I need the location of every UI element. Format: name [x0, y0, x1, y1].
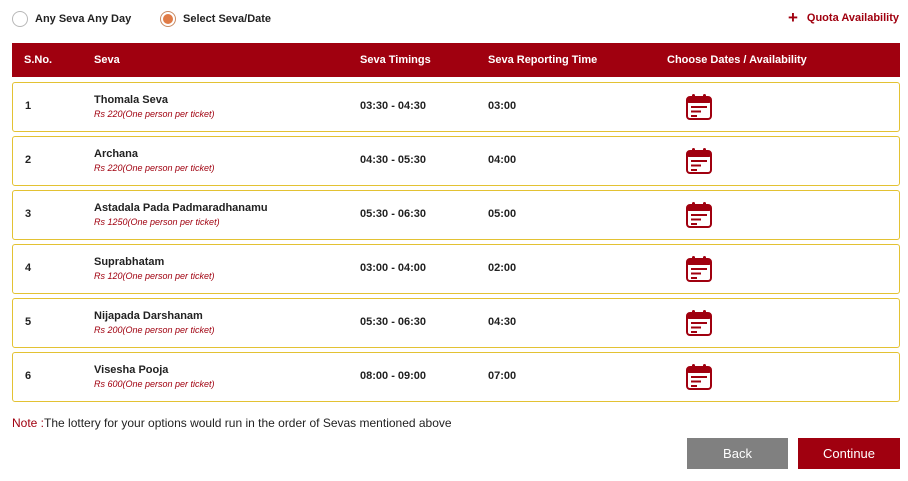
- seva-timing: 03:00 - 04:00: [360, 262, 427, 274]
- radio-circle-selected[interactable]: [160, 11, 176, 27]
- any-seva-any-day-label: Any Seva Any Day: [35, 13, 132, 25]
- row-sno: 6: [25, 370, 32, 382]
- calendar-icon[interactable]: [683, 307, 715, 339]
- note-text: The lottery for your options would run i…: [44, 416, 452, 430]
- header-sno: S.No.: [24, 54, 53, 66]
- row-sno: 2: [25, 154, 32, 166]
- seva-price: Rs 600(One person per ticket): [94, 379, 215, 389]
- seva-reporting-time: 04:30: [488, 316, 517, 328]
- radio-circle[interactable]: [12, 11, 28, 27]
- header-seva: Seva: [94, 54, 120, 66]
- quota-availability-label: Quota Availability: [806, 12, 899, 24]
- any-seva-any-day-radio[interactable]: Any Seva Any Day: [12, 9, 131, 29]
- seva-selection-bar: Any Seva Any Day Select Seva/Date + Quot…: [0, 0, 908, 36]
- seva-price: Rs 200(One person per ticket): [94, 325, 215, 335]
- seva-table-header: S.No. Seva Seva Timings Seva Reporting T…: [12, 43, 900, 77]
- seva-name: Nijapada Darshanam: [94, 310, 203, 322]
- seva-timing: 03:30 - 04:30: [360, 100, 427, 112]
- seva-reporting-time: 02:00: [488, 262, 517, 274]
- seva-price: Rs 1250(One person per ticket): [94, 217, 220, 227]
- quota-availability-link[interactable]: + Quota Availability: [787, 8, 899, 27]
- seva-row: 1 Thomala Seva Rs 220(One person per tic…: [12, 82, 900, 132]
- row-sno: 4: [25, 262, 32, 274]
- header-reporting-time: Seva Reporting Time: [488, 54, 598, 66]
- continue-button[interactable]: Continue: [798, 438, 900, 469]
- seva-timing: 05:30 - 06:30: [360, 208, 427, 220]
- select-seva-date-label: Select Seva/Date: [183, 13, 272, 25]
- calendar-icon[interactable]: [683, 253, 715, 285]
- seva-row: 3 Astadala Pada Padmaradhanamu Rs 1250(O…: [12, 190, 900, 240]
- calendar-icon[interactable]: [683, 199, 715, 231]
- seva-name: Archana: [94, 148, 139, 160]
- lottery-note: Note :The lottery for your options would…: [12, 416, 452, 430]
- calendar-icon[interactable]: [683, 145, 715, 177]
- seva-reporting-time: 03:00: [488, 100, 517, 112]
- back-button[interactable]: Back: [687, 438, 788, 469]
- row-sno: 3: [25, 208, 32, 220]
- row-sno: 1: [25, 100, 32, 112]
- seva-name: Astadala Pada Padmaradhanamu: [94, 202, 268, 214]
- seva-row: 4 Suprabhatam Rs 120(One person per tick…: [12, 244, 900, 294]
- seva-price: Rs 220(One person per ticket): [94, 163, 215, 173]
- seva-price: Rs 220(One person per ticket): [94, 109, 215, 119]
- seva-name: Visesha Pooja: [94, 364, 169, 376]
- seva-reporting-time: 04:00: [488, 154, 517, 166]
- row-sno: 5: [25, 316, 32, 328]
- seva-timing: 04:30 - 05:30: [360, 154, 427, 166]
- seva-name: Thomala Seva: [94, 94, 168, 106]
- seva-reporting-time: 05:00: [488, 208, 517, 220]
- plus-icon: +: [787, 8, 798, 27]
- seva-reporting-time: 07:00: [488, 370, 517, 382]
- seva-row: 2 Archana Rs 220(One person per ticket) …: [12, 136, 900, 186]
- seva-price: Rs 120(One person per ticket): [94, 271, 215, 281]
- seva-timing: 08:00 - 09:00: [360, 370, 427, 382]
- header-choose-dates: Choose Dates / Availability: [667, 54, 807, 66]
- seva-timing: 05:30 - 06:30: [360, 316, 427, 328]
- seva-name: Suprabhatam: [94, 256, 165, 268]
- seva-row: 6 Visesha Pooja Rs 600(One person per ti…: [12, 352, 900, 402]
- header-seva-timings: Seva Timings: [360, 54, 431, 66]
- seva-row: 5 Nijapada Darshanam Rs 200(One person p…: [12, 298, 900, 348]
- calendar-icon[interactable]: [683, 91, 715, 123]
- select-seva-date-radio[interactable]: Select Seva/Date: [160, 9, 271, 29]
- note-label: Note :: [12, 416, 45, 430]
- calendar-icon[interactable]: [683, 361, 715, 393]
